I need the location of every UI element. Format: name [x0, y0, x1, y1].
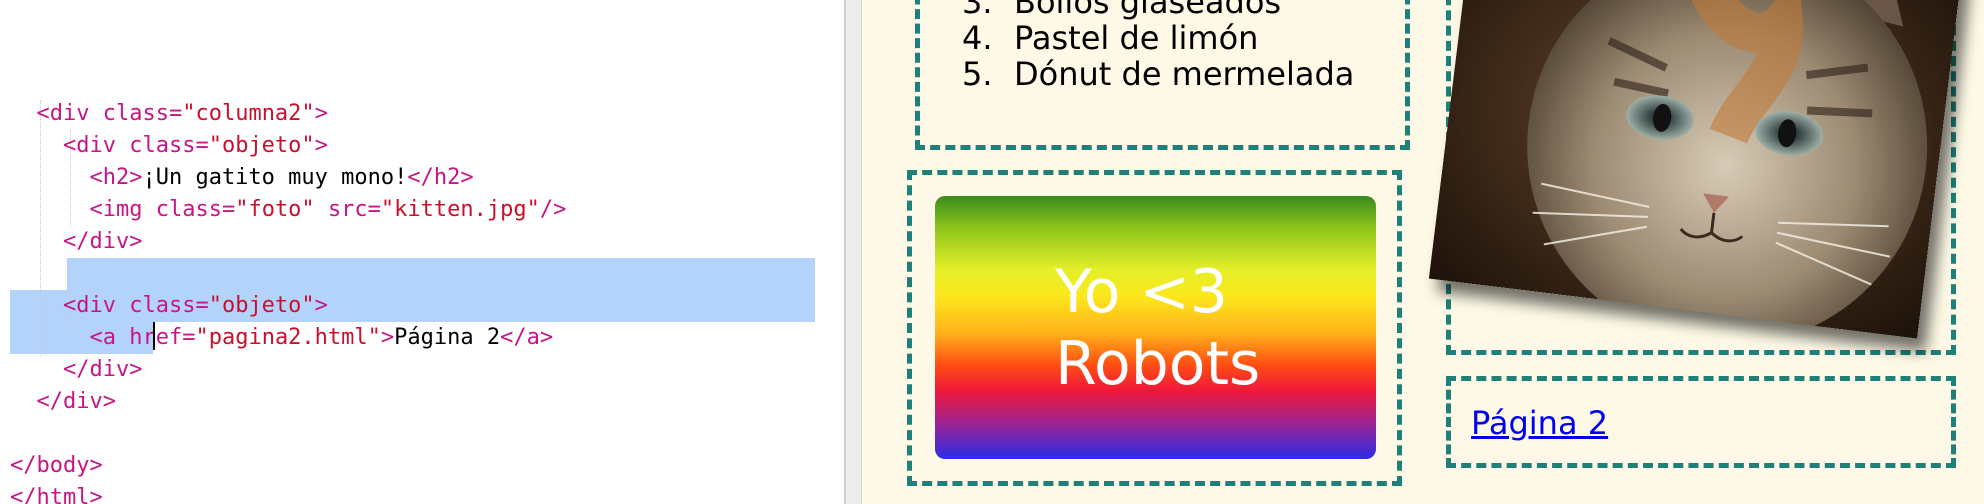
code-token: <div: [62, 293, 116, 318]
code-token: ¡Un gatito muy mono!: [142, 165, 408, 190]
code-token: "pagina2.html": [195, 325, 381, 350]
list-item: 4. Pastel de limón: [962, 18, 1258, 58]
code-token: Página 2: [394, 325, 501, 350]
code-token: <a: [89, 325, 116, 350]
code-token: "columna2": [182, 101, 315, 126]
code-token: "kitten.jpg": [380, 197, 540, 222]
code-token: class=: [129, 133, 209, 158]
robot-card-line2: Robots: [1055, 329, 1261, 399]
code-token: href=: [129, 325, 196, 350]
selection-highlight: [67, 258, 815, 290]
code-token: >: [314, 133, 328, 158]
list-item: 5. Dónut de mermelada: [962, 54, 1354, 94]
code-line: <h2>¡Un gatito muy mono!</h2>: [10, 162, 474, 194]
code-line: </div>: [10, 226, 142, 258]
code-token: "objeto": [208, 133, 315, 158]
code-token: class=: [155, 197, 236, 222]
code-token: </body>: [10, 453, 103, 478]
robot-card-line1: Yo <3: [1055, 257, 1228, 327]
code-token: src=: [327, 197, 381, 222]
code-token: class=: [102, 101, 183, 126]
code-token: <h2>: [89, 165, 143, 190]
code-token: <div: [36, 101, 90, 126]
code-line: </div>: [10, 354, 142, 386]
code-token: <div: [62, 133, 116, 158]
preview-pane: 3. Bollos glaseados 4. Pastel de limón 5. D…: [862, 0, 1984, 504]
code-editor[interactable]: <div class="columna2"> <div class="objet…: [0, 0, 844, 504]
code-line: </body>: [10, 450, 103, 482]
code-line: </html>: [10, 482, 103, 504]
code-token: </a>: [500, 325, 554, 350]
code-token: </div>: [62, 357, 143, 382]
code-token: class=: [129, 293, 209, 318]
code-token: >: [314, 101, 328, 126]
code-line: <div class="objeto">: [10, 130, 328, 162]
list-item-text: Pastel de limón: [1014, 19, 1259, 57]
code-line: <div class="columna2">: [10, 98, 328, 130]
text-caret: [153, 322, 155, 350]
pane-splitter[interactable]: [844, 0, 862, 504]
kitten-photo: [1428, 0, 1964, 339]
code-token: <img: [89, 197, 143, 222]
list-item-text: Dónut de mermelada: [1014, 55, 1355, 93]
code-line: <a href="pagina2.html">Página 2</a>: [10, 322, 553, 354]
code-line: </div>: [10, 386, 116, 418]
code-line: <img class="foto" src="kitten.jpg"/>: [10, 194, 566, 226]
robot-card-text: Yo <3 Robots: [1055, 256, 1315, 400]
code-line: <div class="objeto">: [10, 290, 328, 322]
code-token: </h2>: [407, 165, 474, 190]
list-item-number: 4.: [962, 19, 993, 57]
code-token: </html>: [10, 485, 103, 504]
page-2-link[interactable]: Página 2: [1471, 404, 1608, 442]
code-token: "foto": [235, 197, 315, 222]
code-token: </div>: [36, 389, 116, 414]
code-token: />: [539, 197, 567, 222]
kitten-photo-drawing: [1428, 0, 1964, 339]
code-token: >: [380, 325, 395, 350]
code-token: >: [314, 293, 328, 318]
code-token: </div>: [62, 229, 143, 254]
code-token: "objeto": [208, 293, 315, 318]
list-item-number: 5.: [962, 55, 993, 93]
robot-card: Yo <3 Robots: [935, 196, 1376, 459]
